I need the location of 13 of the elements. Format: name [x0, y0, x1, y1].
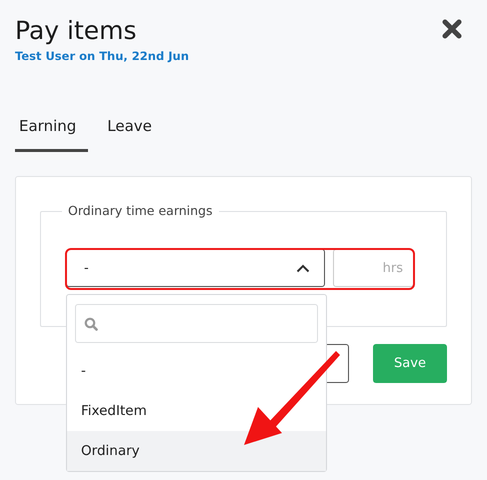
- fieldset-legend: Ordinary time earnings: [62, 203, 219, 218]
- select-field[interactable]: -: [66, 249, 325, 287]
- search-field[interactable]: [75, 304, 318, 343]
- close-icon[interactable]: [442, 19, 462, 39]
- tab[interactable]: Leave: [103, 113, 156, 152]
- dropdown-option[interactable]: Ordinary: [67, 431, 326, 471]
- dialog-subtitle: Test User on Thu, 22nd Jun: [15, 49, 189, 63]
- hours-field[interactable]: hrs: [333, 249, 414, 287]
- dropdown-option[interactable]: FixedItem: [67, 391, 326, 431]
- tab[interactable]: Earning: [15, 113, 88, 152]
- search-icon: [84, 316, 98, 330]
- dropdown-option[interactable]: -: [67, 351, 326, 391]
- dialog-title: Pay items: [15, 16, 138, 46]
